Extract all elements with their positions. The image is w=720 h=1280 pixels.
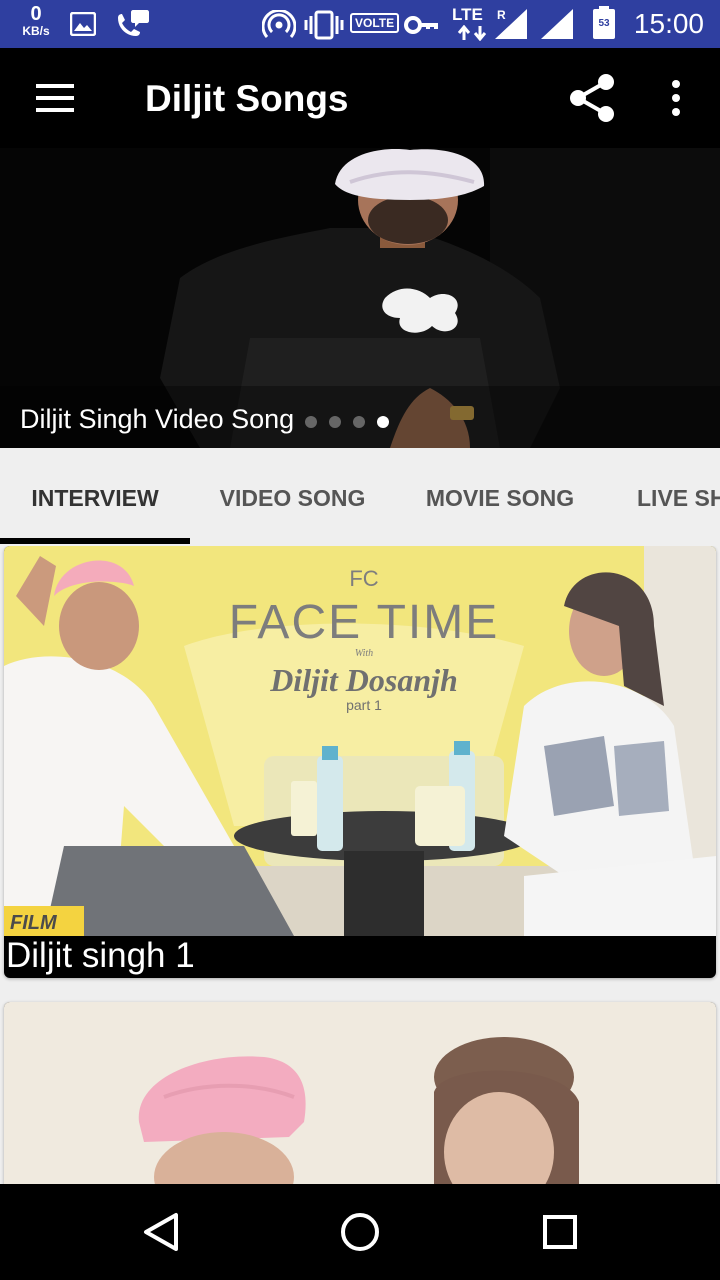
hotspot-icon xyxy=(262,10,296,38)
video-card[interactable] xyxy=(4,1002,716,1184)
menu-button[interactable] xyxy=(26,76,86,120)
tab-movie-song[interactable]: MOVIE SONG xyxy=(395,448,605,546)
video-title: Diljit singh 1 xyxy=(6,936,195,975)
video-thumbnail: FC FACE TIME With Diljit Dosanjh part 1 … xyxy=(4,546,716,936)
tab-indicator xyxy=(0,538,190,544)
category-tabs: INTERVIEW VIDEO SONG MOVIE SONG LIVE SH xyxy=(0,448,720,546)
status-bar: 0 KB/s VOLTE LTE R 53 15:00 xyxy=(0,0,720,48)
video-thumbnail xyxy=(4,1002,716,1184)
battery-icon: 53 xyxy=(592,6,616,40)
slider-dot-active[interactable] xyxy=(377,416,389,428)
vpn-key-icon xyxy=(404,16,438,34)
network-speed-unit: KB/s xyxy=(22,24,50,38)
back-button[interactable] xyxy=(120,1202,200,1262)
home-icon xyxy=(341,1213,379,1251)
recents-button[interactable] xyxy=(520,1202,600,1262)
share-button[interactable] xyxy=(562,70,622,126)
volte-badge: VOLTE xyxy=(350,13,400,33)
tab-video-song[interactable]: VIDEO SONG xyxy=(190,448,395,546)
data-arrows-icon xyxy=(457,25,487,41)
lte-label: LTE xyxy=(452,5,483,24)
network-speed: 0 KB/s xyxy=(18,4,54,38)
share-icon xyxy=(570,74,614,122)
battery-level: 53 xyxy=(598,18,610,29)
tab-interview[interactable]: INTERVIEW xyxy=(0,448,190,546)
clock: 15:00 xyxy=(633,8,704,39)
tab-live-show[interactable]: LIVE SH xyxy=(637,448,720,546)
app-title: Diljit Songs xyxy=(145,78,349,119)
home-button[interactable] xyxy=(320,1202,400,1262)
signal-icon-sim1 xyxy=(495,9,527,39)
network-speed-value: 0 xyxy=(30,3,42,25)
slider-pagination xyxy=(305,416,389,428)
menu-icon xyxy=(36,84,74,112)
video-card[interactable]: FC FACE TIME With Diljit Dosanjh part 1 … xyxy=(4,546,716,978)
more-vert-icon xyxy=(672,80,680,116)
vibrate-icon xyxy=(304,10,344,40)
signal-icon-sim2 xyxy=(541,9,573,39)
slider-dot[interactable] xyxy=(329,416,341,428)
slider-caption: Diljit Singh Video Song xyxy=(20,404,295,434)
more-options-button[interactable] xyxy=(656,76,696,120)
navigation-bar xyxy=(0,1184,720,1280)
video-list: FC FACE TIME With Diljit Dosanjh part 1 … xyxy=(0,546,720,1184)
app-bar: Diljit Songs xyxy=(0,48,720,148)
recents-icon xyxy=(543,1215,577,1249)
back-icon xyxy=(144,1213,178,1251)
slider-dot[interactable] xyxy=(353,416,365,428)
gallery-icon xyxy=(70,12,96,36)
featured-slider[interactable]: Diljit Singh Video Song xyxy=(0,148,720,448)
slider-dot[interactable] xyxy=(305,416,317,428)
missed-call-chat-icon xyxy=(118,10,149,36)
